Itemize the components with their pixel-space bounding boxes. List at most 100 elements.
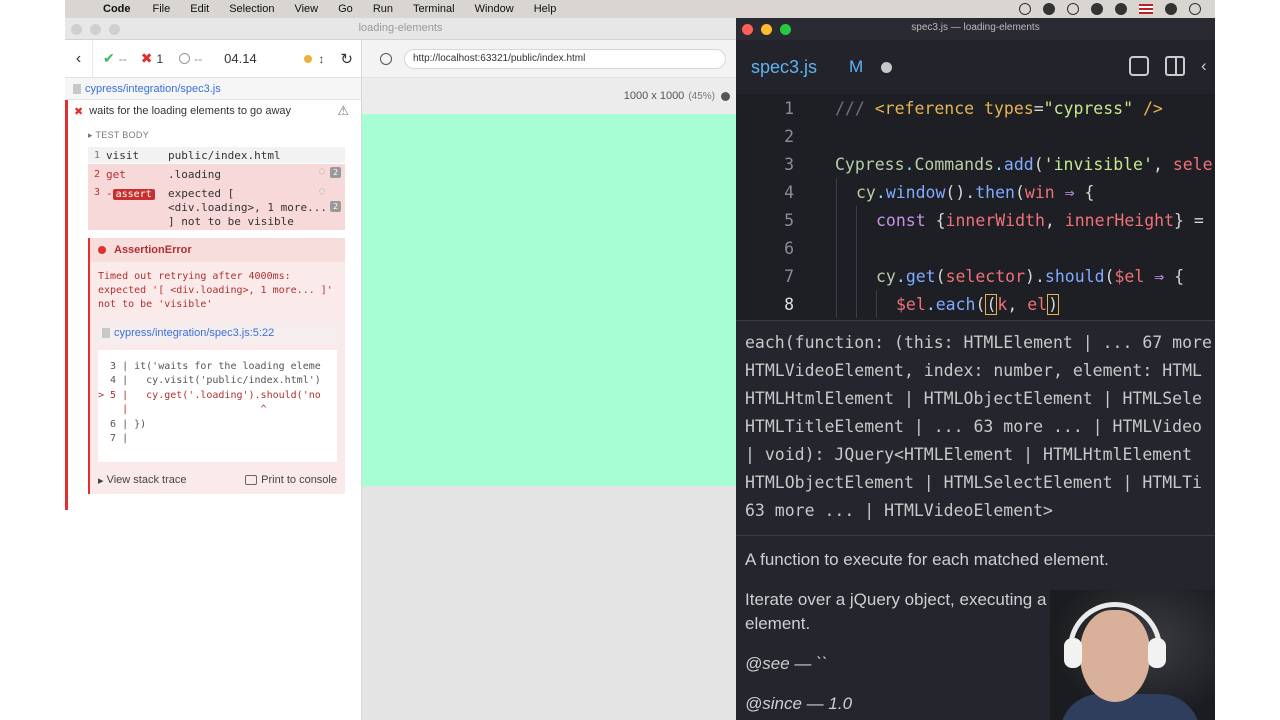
command-name: - assert (106, 187, 168, 230)
code-text: cy.window().then(win ⇒ { (856, 182, 1095, 202)
indent-guide (856, 290, 857, 318)
right-gutter (1215, 0, 1280, 720)
reporter-panel: ‹ ✔ -- ✖ 1 -- 04.14 ↕ ↻ cypress/integrat… (65, 39, 362, 720)
passed-check-icon: ✔ (103, 50, 115, 66)
failed-x-icon: ✖ (140, 50, 153, 66)
indent-guide (836, 206, 837, 234)
line-number: 2 (784, 126, 794, 146)
element-count-badge: 2 (330, 167, 341, 178)
indent-guide (876, 290, 877, 318)
warning-icon: ⚠ (337, 103, 349, 118)
code-frame-line: 6 | }) (98, 418, 147, 430)
menu-app-name[interactable]: Code (103, 3, 131, 15)
signature-line: 63 more ... | HTMLVideoElement> (745, 501, 1053, 520)
code-line: 7 cy.get(selector).should($el ⇒ { (736, 262, 1215, 290)
url-bar: http://localhost:63321/public/index.html (362, 40, 736, 78)
auto-scroll-indicator-icon[interactable] (304, 54, 313, 63)
hidden-eye-icon: ◌ (318, 186, 325, 197)
assert-tag: assert (112, 189, 155, 200)
circle-icon[interactable] (1067, 3, 1079, 15)
menu-window[interactable]: Window (475, 3, 514, 15)
terminal-icon (245, 475, 258, 485)
failed-count: 1 (156, 51, 164, 66)
command-number: 3 (93, 187, 101, 198)
command-row[interactable]: 2 get .loading ◌ 2 (88, 164, 345, 184)
indent-guide (836, 262, 837, 290)
line-number: 3 (784, 154, 794, 174)
test-body-label[interactable]: ▸ TEST BODY (88, 130, 345, 141)
error-file-link[interactable]: cypress/integration/spec3.js:5:22 (98, 322, 337, 344)
line-number: 4 (784, 182, 794, 202)
editor-actions: ‹ (1129, 56, 1215, 76)
viewport-size: 1000 x 1000 (623, 90, 685, 102)
menu-go[interactable]: Go (338, 3, 353, 15)
viewport-info: 1000 x 1000 (45%) (362, 78, 736, 114)
menu-help[interactable]: Help (534, 3, 557, 15)
unsaved-dot-icon[interactable] (881, 61, 893, 73)
back-chevron-icon[interactable]: ‹ (65, 39, 93, 78)
code-line: 5 const {innerWidth, innerHeight} = (736, 206, 1215, 234)
menu-file[interactable]: File (153, 3, 171, 15)
assert-message-line: <div.loading>, 1 more... (168, 201, 327, 214)
webcam-overlay (1050, 590, 1215, 720)
bluetooth-icon[interactable] (1165, 3, 1177, 15)
browser-title: loading-elements (358, 22, 443, 34)
menu-view[interactable]: View (294, 3, 318, 15)
signature-line: HTMLVideoElement, index: number, element… (745, 361, 1202, 380)
apple-icon[interactable] (79, 2, 93, 16)
pending-count: -- (194, 51, 203, 66)
command-row[interactable]: 3 - assert expected [ <div.loading>, 1 mo… (88, 184, 345, 230)
spec-path-link[interactable]: cypress/integration/spec3.js (65, 78, 361, 100)
aut-iframe[interactable] (362, 114, 736, 486)
expand-arrows-icon[interactable]: ↕ (318, 52, 324, 66)
command-name: get (106, 167, 126, 181)
rerun-icon[interactable]: ↻ (340, 50, 353, 68)
menu-run[interactable]: Run (373, 3, 393, 15)
error-dot-icon (98, 246, 106, 254)
command-row[interactable]: 1 visit public/index.html (88, 147, 345, 163)
code-text: cy.get(selector).should($el ⇒ { (876, 266, 1185, 286)
code-line: 3 Cypress.Commands.add('invisible', sele (736, 150, 1215, 178)
code-frame-line: 4 | cy.visit('public/index.html') (98, 375, 321, 387)
test-title: waits for the loading elements to go awa… (89, 105, 291, 117)
code-line: 6 (736, 234, 1215, 262)
signature-line: HTMLHtmlElement | HTMLObjectElement | HT… (745, 389, 1202, 408)
viewport-scale: (45%) (688, 90, 715, 102)
print-to-console-button[interactable]: Print to console (245, 474, 337, 486)
menu-selection[interactable]: Selection (229, 3, 274, 15)
menu-terminal[interactable]: Terminal (413, 3, 455, 15)
assert-message-line: ] not to be visible (168, 215, 294, 228)
assert-message-line: expected [ (168, 187, 235, 200)
menu-bar: Code File Edit Selection View Go Run Ter… (65, 0, 1215, 18)
webcam-shirt (1060, 694, 1200, 720)
file-icon (73, 83, 81, 94)
error-panel: AssertionError Timed out retrying after … (88, 238, 345, 494)
dropbox-icon[interactable] (1091, 3, 1103, 15)
source-control-compare-icon[interactable] (1129, 56, 1149, 76)
failed-test-row[interactable]: ✖ waits for the loading elements to go a… (65, 100, 361, 122)
split-editor-icon[interactable] (1165, 56, 1185, 76)
info-icon[interactable] (721, 91, 730, 101)
code-frame-caret: | ^ (98, 404, 267, 416)
more-actions-icon[interactable]: ‹ (1201, 56, 1215, 76)
code-editor[interactable]: 1 /// <reference types="cypress" /> 2 3 … (736, 94, 1215, 324)
notification-icon[interactable] (1115, 3, 1127, 15)
code-frame-line-highlight: > 5 | cy.get('.loading').should('no (98, 389, 321, 401)
error-file-text: cypress/integration/spec3.js:5:22 (114, 327, 275, 339)
error-title: AssertionError (114, 244, 192, 256)
focus-icon[interactable] (1043, 3, 1055, 15)
screen-record-icon[interactable] (1019, 3, 1031, 15)
menu-edit[interactable]: Edit (190, 3, 209, 15)
input-source-flag-icon[interactable] (1139, 4, 1153, 14)
code-text: $el.each((k, el) (896, 293, 1059, 315)
view-stack-trace-toggle[interactable]: ▸ View stack trace (98, 474, 186, 487)
command-number: 1 (93, 149, 101, 161)
code-text: const {innerWidth, innerHeight} = (876, 210, 1204, 230)
selector-playground-icon[interactable] (380, 52, 392, 65)
tab-spec3[interactable]: spec3.js (751, 57, 817, 78)
reporter-header: ‹ ✔ -- ✖ 1 -- 04.14 ↕ ↻ (65, 39, 361, 78)
status-icons (1019, 3, 1215, 15)
pending-circle-icon (179, 53, 191, 64)
wifi-icon[interactable] (1189, 3, 1201, 15)
aut-url[interactable]: http://localhost:63321/public/index.html (404, 48, 726, 69)
